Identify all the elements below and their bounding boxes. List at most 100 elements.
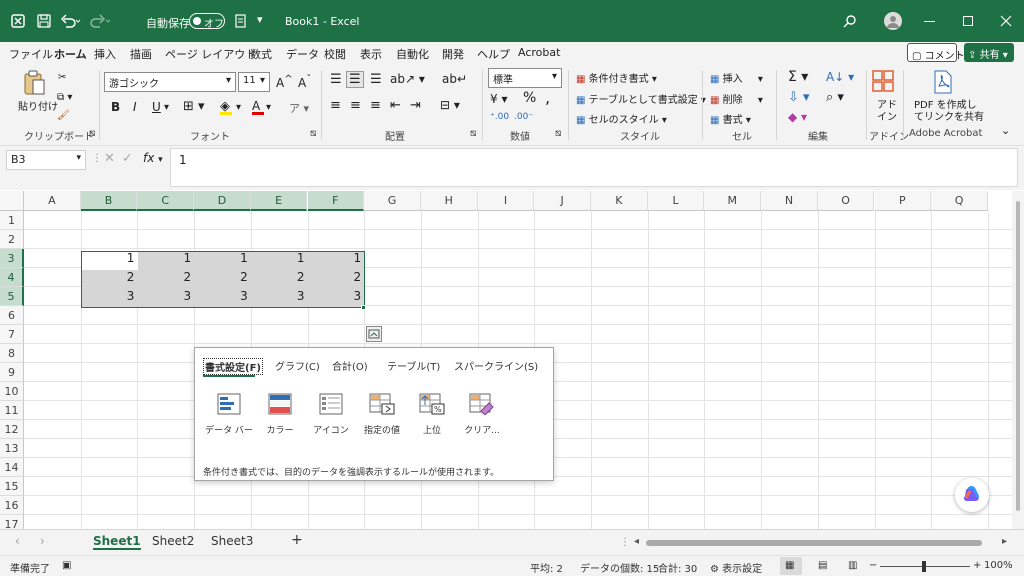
cell-c3[interactable]: 1	[137, 249, 194, 268]
font-size-select[interactable]: 11 ▾	[238, 72, 270, 92]
qa-icon-set[interactable]: アイコン	[306, 393, 356, 436]
decrease-indent-icon[interactable]: ⇤	[390, 98, 401, 113]
zoom-level[interactable]: 100%	[984, 560, 1013, 571]
maximize-icon[interactable]	[963, 16, 973, 26]
row-header-14[interactable]: 14	[0, 458, 24, 477]
row-header-13[interactable]: 13	[0, 439, 24, 458]
addins-label-2[interactable]: イン	[877, 108, 897, 123]
tab-home[interactable]: ホーム	[54, 46, 87, 66]
qa-clear[interactable]: クリア...	[457, 393, 507, 436]
row-header-11[interactable]: 11	[0, 401, 24, 420]
merge-center-icon[interactable]: ⊟ ▾	[440, 98, 460, 112]
cell-f5[interactable]: 3	[308, 287, 365, 306]
page-break-view-icon[interactable]: ▥	[848, 560, 857, 571]
row-header-17[interactable]: 17	[0, 515, 24, 529]
zoom-slider-knob[interactable]	[922, 561, 926, 572]
number-format-select[interactable]: 標準 ▾	[488, 68, 562, 88]
collapse-ribbon-icon[interactable]: ⌄	[1001, 124, 1010, 137]
cell-e4[interactable]: 2	[251, 268, 308, 287]
qa-tab-sparklines[interactable]: スパークライン(S)	[454, 358, 538, 373]
row-header-12[interactable]: 12	[0, 420, 24, 439]
page-layout-view-icon[interactable]: ▤	[818, 560, 827, 571]
zoom-in-icon[interactable]: +	[973, 560, 981, 571]
qa-data-bar[interactable]: データ バー	[204, 393, 254, 436]
cell-f3[interactable]: 1	[308, 249, 365, 268]
vertical-scroll-thumb[interactable]	[1016, 201, 1020, 511]
column-header-o[interactable]: O	[817, 191, 875, 211]
addins-icon[interactable]	[872, 70, 894, 92]
cell-d5[interactable]: 3	[194, 287, 251, 306]
column-header-a[interactable]: A	[24, 191, 81, 211]
comma-button[interactable]: ,	[545, 88, 550, 107]
name-box[interactable]: B3 ▾	[6, 150, 86, 170]
tab-help[interactable]: ヘルプ	[477, 46, 510, 62]
close-icon[interactable]	[1000, 15, 1012, 27]
save-icon[interactable]	[37, 14, 51, 28]
column-header-p[interactable]: P	[874, 191, 932, 211]
share-button[interactable]: ⇪ 共有 ▾	[964, 43, 1014, 62]
italic-button[interactable]: I	[133, 100, 137, 114]
conditional-format-button[interactable]: ▦ 条件付き書式 ▾	[576, 70, 657, 85]
row-header-8[interactable]: 8	[0, 344, 24, 363]
prev-sheet-icon[interactable]: ‹	[15, 534, 20, 548]
cancel-icon[interactable]: ✕	[104, 151, 115, 166]
macro-record-icon[interactable]: ▣	[62, 560, 71, 571]
tab-automate[interactable]: 自動化	[396, 46, 429, 62]
scroll-left-icon[interactable]: ◂	[634, 536, 639, 547]
font-color-dropdown-icon[interactable]: ▾	[266, 102, 271, 113]
row-header-3[interactable]: 3	[0, 249, 24, 268]
font-color-icon[interactable]: A	[252, 99, 264, 115]
qa-greater-than[interactable]: 指定の値	[357, 393, 407, 436]
row-header-16[interactable]: 16	[0, 496, 24, 515]
column-header-e[interactable]: E	[250, 191, 308, 211]
autosum-icon[interactable]: Σ ▾	[788, 69, 808, 85]
row-header-1[interactable]: 1	[0, 211, 24, 230]
fill-icon[interactable]: ⇩ ▾	[788, 90, 810, 105]
tab-developer[interactable]: 開発	[442, 46, 464, 62]
tab-file[interactable]: ファイル	[9, 46, 53, 62]
scroll-right-icon[interactable]: ▸	[1002, 536, 1007, 547]
cell-styles-button[interactable]: ▦ セルのスタイル ▾	[576, 111, 667, 126]
minimize-icon[interactable]	[924, 21, 935, 22]
redo-icon[interactable]	[90, 13, 112, 29]
quick-analysis-button[interactable]	[366, 326, 382, 342]
row-header-6[interactable]: 6	[0, 306, 24, 325]
pdf-label-2[interactable]: てリンクを共有	[914, 108, 984, 123]
number-launcher-icon[interactable]: ⧅	[555, 128, 561, 139]
tab-data[interactable]: データ	[286, 46, 319, 62]
cell-b4[interactable]: 2	[81, 268, 138, 287]
tab-insert[interactable]: 挿入	[94, 46, 116, 62]
clear-icon[interactable]: ◆ ▾	[788, 110, 807, 124]
fill-color-icon[interactable]: ◈	[220, 99, 232, 115]
column-header-h[interactable]: H	[420, 191, 478, 211]
insert-cells-button[interactable]: ▦ 挿入 ▾	[710, 70, 763, 85]
font-name-select[interactable]: 游ゴシック ▾	[104, 72, 236, 92]
sheet-tab-2[interactable]: Sheet2	[152, 534, 194, 548]
align-left-icon[interactable]: ≡	[330, 98, 341, 113]
customize-qat-icon[interactable]: ▾	[257, 13, 263, 26]
enter-icon[interactable]: ✓	[122, 151, 133, 166]
column-header-l[interactable]: L	[647, 191, 705, 211]
row-header-7[interactable]: 7	[0, 325, 24, 344]
cell-e3[interactable]: 1	[251, 249, 308, 268]
cell-d3[interactable]: 1	[194, 249, 251, 268]
decrease-decimal-icon[interactable]: .00⁻	[514, 112, 533, 122]
autosave-toggle[interactable]: オフ	[189, 13, 225, 30]
fill-dropdown-icon[interactable]: ▾	[236, 102, 241, 113]
vertical-scrollbar[interactable]	[1012, 191, 1024, 529]
select-all-corner[interactable]	[0, 191, 24, 211]
status-average[interactable]: 平均: 2	[530, 560, 563, 575]
status-sum[interactable]: 合計: 30	[658, 560, 697, 575]
bold-button[interactable]: B	[111, 100, 120, 114]
column-header-d[interactable]: D	[194, 191, 251, 211]
qa-color-scale[interactable]: カラー	[255, 393, 305, 436]
align-top-icon[interactable]: ☰	[330, 72, 342, 87]
row-header-5[interactable]: 5	[0, 287, 24, 306]
sheet-tab-3[interactable]: Sheet3	[211, 534, 253, 548]
increase-decimal-icon[interactable]: ⁺.00	[490, 112, 509, 122]
currency-icon[interactable]: ¥ ▾	[490, 92, 507, 106]
tab-formulas[interactable]: 数式	[250, 46, 272, 62]
column-header-m[interactable]: M	[704, 191, 762, 211]
tab-split-handle[interactable]: ⋮	[620, 537, 630, 548]
align-right-icon[interactable]: ≡	[370, 98, 381, 113]
